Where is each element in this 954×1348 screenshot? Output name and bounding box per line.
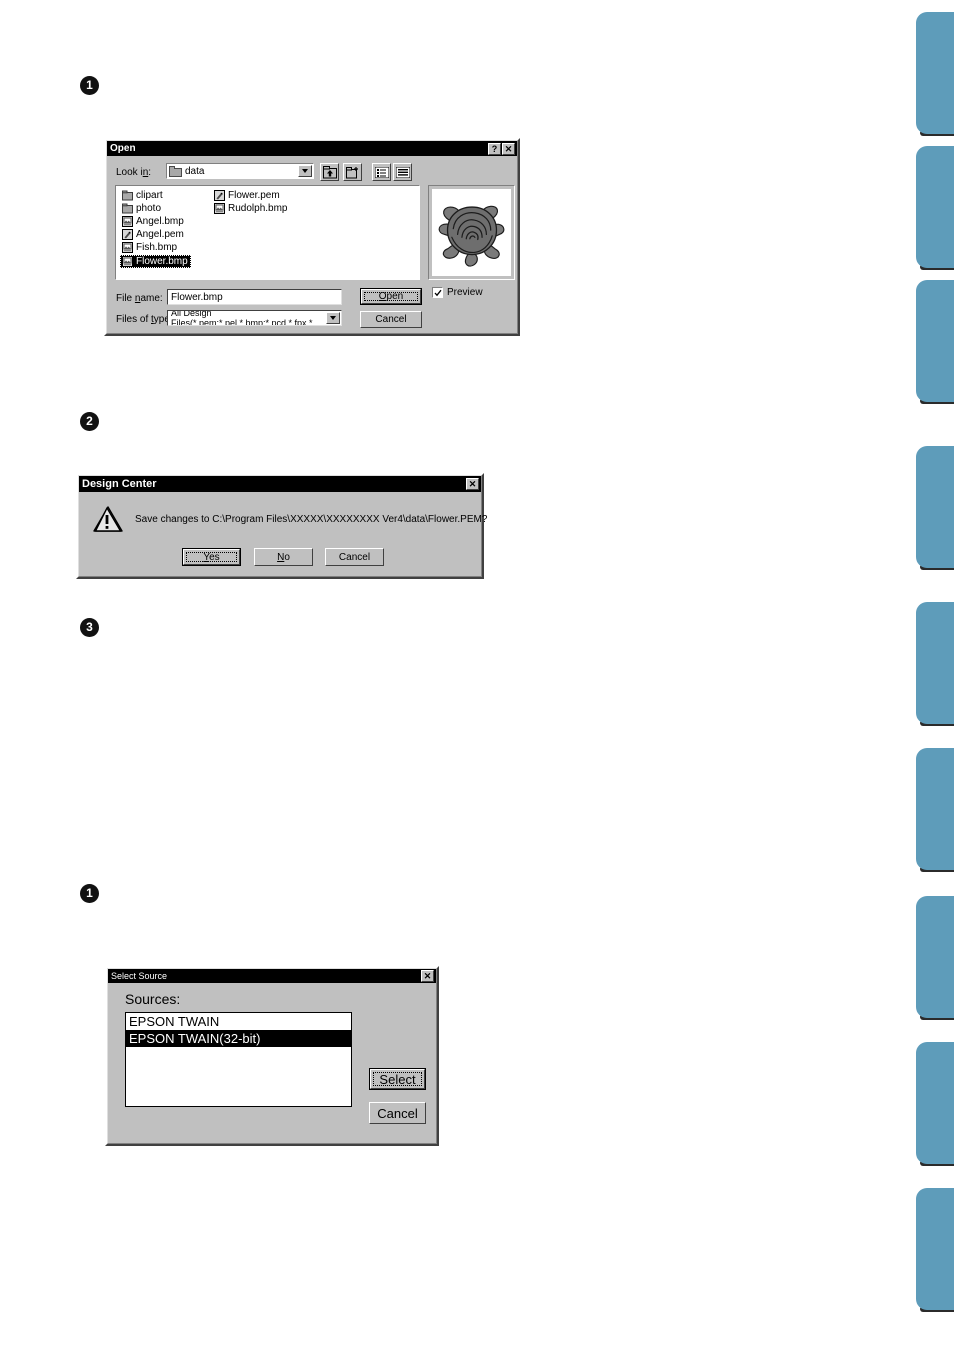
select-button[interactable]: Select	[369, 1068, 426, 1090]
sidebar-tab-strip	[900, 0, 954, 1348]
step-marker-4: 1	[80, 884, 99, 903]
source-list-item[interactable]: EPSON TWAIN	[126, 1013, 351, 1030]
select-source-title: Select Source	[111, 971, 168, 981]
file-list-item-label: Angel.pem	[136, 229, 184, 240]
file-list-item[interactable]: photo	[120, 202, 191, 215]
file-list-row: Flower.pem	[212, 189, 287, 202]
folder-icon	[122, 190, 133, 201]
sidebar-tab-1[interactable]	[916, 12, 954, 134]
preview-label: Preview	[447, 287, 483, 298]
chevron-down-icon[interactable]	[326, 312, 340, 324]
design-center-titlebar: Design Center ✕	[79, 476, 481, 492]
file-list-row: Angel.pem	[120, 228, 191, 241]
file-list-item[interactable]: Rudolph.bmp	[212, 202, 287, 215]
file-list-item-label: Flower.bmp	[136, 256, 188, 267]
file-list-item[interactable]: Flower.pem	[212, 189, 287, 202]
file-list-item[interactable]: Angel.bmp	[120, 215, 191, 228]
design-center-message: Save changes to C:\Program Files\XXXXX\X…	[135, 514, 488, 525]
create-new-folder-icon[interactable]	[343, 163, 362, 181]
source-list-item[interactable]: EPSON TWAIN(32-bit)	[126, 1030, 351, 1047]
cancel-button[interactable]: Cancel	[360, 311, 422, 328]
files-of-type-combobox[interactable]: All Design Files(*.pem;*.pel,*.bmp;*.pcd…	[167, 310, 342, 326]
open-dialog-titlebar: Open ? ✕	[107, 141, 517, 156]
file-list-item-label: Fish.bmp	[136, 242, 178, 253]
sources-list[interactable]: EPSON TWAIN EPSON TWAIN(32-bit)	[125, 1012, 352, 1107]
file-list[interactable]: clipart photo Angel.bmp Angel.pem Fish.bmp Fl…	[115, 185, 420, 280]
file-list-item-label: Rudolph.bmp	[228, 203, 288, 214]
folder-icon	[122, 203, 133, 214]
open-button[interactable]: Open	[360, 288, 422, 305]
file-name-value: Flower.bmp	[171, 291, 223, 303]
help-button[interactable]: ?	[488, 142, 501, 155]
file-list-row: photo	[120, 202, 191, 215]
sidebar-tab-4[interactable]	[916, 446, 954, 568]
file-list-column-1: clipart photo Angel.bmp Angel.pem Fish.bmp Fl…	[120, 189, 191, 268]
file-list-row: Flower.bmp	[120, 254, 191, 268]
up-one-level-icon[interactable]	[320, 163, 339, 181]
sidebar-tab-6[interactable]	[916, 748, 954, 870]
design-center-title: Design Center	[82, 478, 157, 490]
file-list-column-2: Flower.pem Rudolph.bmp	[212, 189, 287, 215]
file-list-item[interactable]: Fish.bmp	[120, 241, 191, 254]
step-marker-1: 1	[80, 76, 99, 95]
preview-checkbox-row[interactable]: Preview	[432, 287, 483, 298]
files-of-type-value: All Design Files(*.pem;*.pel,*.bmp;*.pcd…	[171, 310, 316, 326]
close-icon[interactable]: ✕	[466, 478, 479, 490]
sidebar-tab-8[interactable]	[916, 1042, 954, 1164]
close-icon[interactable]: ✕	[502, 142, 515, 155]
file-list-row: Angel.bmp	[120, 215, 191, 228]
look-in-combobox[interactable]: data	[166, 163, 314, 179]
file-list-item-label: Angel.bmp	[136, 216, 184, 227]
pem-file-icon	[214, 190, 225, 201]
folder-icon	[169, 165, 182, 177]
rose-thumbnail-icon	[438, 205, 504, 267]
bmp-file-icon	[122, 216, 133, 227]
bmp-file-icon	[122, 242, 133, 253]
look-in-label: Look in:	[116, 167, 152, 178]
look-in-value: data	[185, 165, 205, 177]
preview-image	[432, 189, 511, 276]
open-file-dialog: Open ? ✕ Look in: data clipart photo Ang…	[104, 138, 520, 336]
file-list-item-label: photo	[136, 203, 162, 214]
file-list-item-label: clipart	[136, 190, 163, 201]
no-button[interactable]: No	[254, 548, 313, 566]
design-center-dialog: Design Center ✕ Save changes to C:\Progr…	[76, 473, 488, 579]
bmp-file-icon	[122, 256, 133, 267]
chevron-down-icon[interactable]	[298, 165, 312, 177]
sidebar-tab-2[interactable]	[916, 146, 954, 268]
step-marker-3: 3	[80, 618, 99, 637]
close-icon[interactable]: ✕	[421, 970, 434, 982]
sidebar-tab-5[interactable]	[916, 602, 954, 724]
step-marker-2: 2	[80, 412, 99, 431]
open-dialog-title: Open	[110, 143, 136, 154]
sidebar-tab-7[interactable]	[916, 896, 954, 1018]
file-list-item[interactable]: Flower.bmp	[120, 255, 191, 268]
files-of-type-label: Files of type:	[116, 314, 173, 325]
sidebar-tab-3[interactable]	[916, 280, 954, 402]
file-name-input[interactable]: Flower.bmp	[167, 289, 342, 305]
pem-file-icon	[122, 229, 133, 240]
file-list-item[interactable]: Angel.pem	[120, 228, 191, 241]
list-view-icon[interactable]	[372, 163, 391, 181]
file-list-row: Fish.bmp	[120, 241, 191, 254]
warning-icon	[93, 505, 123, 533]
sources-label: Sources:	[125, 991, 181, 1007]
sidebar-tab-9[interactable]	[916, 1188, 954, 1310]
bmp-file-icon	[214, 203, 225, 214]
cancel-button[interactable]: Cancel	[325, 548, 384, 566]
preview-checkbox[interactable]	[432, 287, 443, 298]
file-list-row: clipart	[120, 189, 191, 202]
file-list-row: Rudolph.bmp	[212, 202, 287, 215]
file-list-item-label: Flower.pem	[228, 190, 280, 201]
file-name-label: File name:	[116, 293, 163, 304]
yes-button[interactable]: Yes	[182, 548, 241, 566]
preview-panel	[428, 185, 515, 280]
details-view-icon[interactable]	[393, 163, 412, 181]
cancel-button[interactable]: Cancel	[369, 1102, 426, 1124]
select-source-titlebar: Select Source ✕	[108, 969, 436, 983]
select-source-dialog: Select Source ✕ Sources: EPSON TWAIN EPSO…	[105, 966, 439, 1146]
file-list-item[interactable]: clipart	[120, 189, 191, 202]
